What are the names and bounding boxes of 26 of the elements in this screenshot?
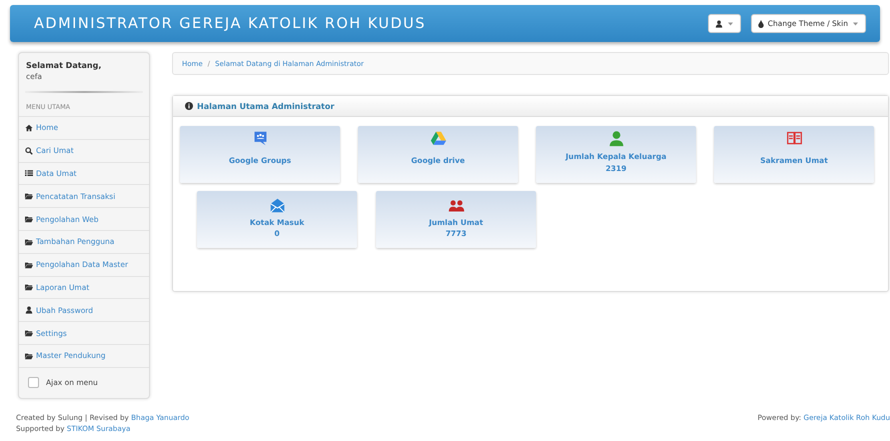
caret-icon [852,22,859,26]
folder-icon [25,352,33,360]
triangle-logo-icon [430,130,446,147]
folder-icon [25,192,33,200]
user-menu-button[interactable] [708,14,741,33]
info-icon [185,102,193,110]
caret-icon [726,22,734,26]
person-icon [608,130,624,147]
folder-icon [25,260,33,269]
book-icon [786,130,802,147]
folder-icon [25,215,33,224]
folder-icon [25,283,33,292]
checkbox[interactable] [28,377,39,388]
home-icon [25,124,33,132]
search-icon [25,146,33,155]
app-title: ADMINISTRATOR GEREJA KATOLIK ROH KUDUS [34,16,427,32]
user-icon [25,306,33,314]
panel-title: Halaman Utama Administrator [197,102,334,110]
envelope-icon [268,197,286,214]
folder-icon [25,238,33,246]
group-chat-icon [252,130,268,147]
greeting-text: Selamat Datang, [25,60,102,70]
drop-icon [758,20,764,28]
list-icon [25,169,33,178]
user-icon [714,20,723,28]
folder-icon [25,329,33,338]
